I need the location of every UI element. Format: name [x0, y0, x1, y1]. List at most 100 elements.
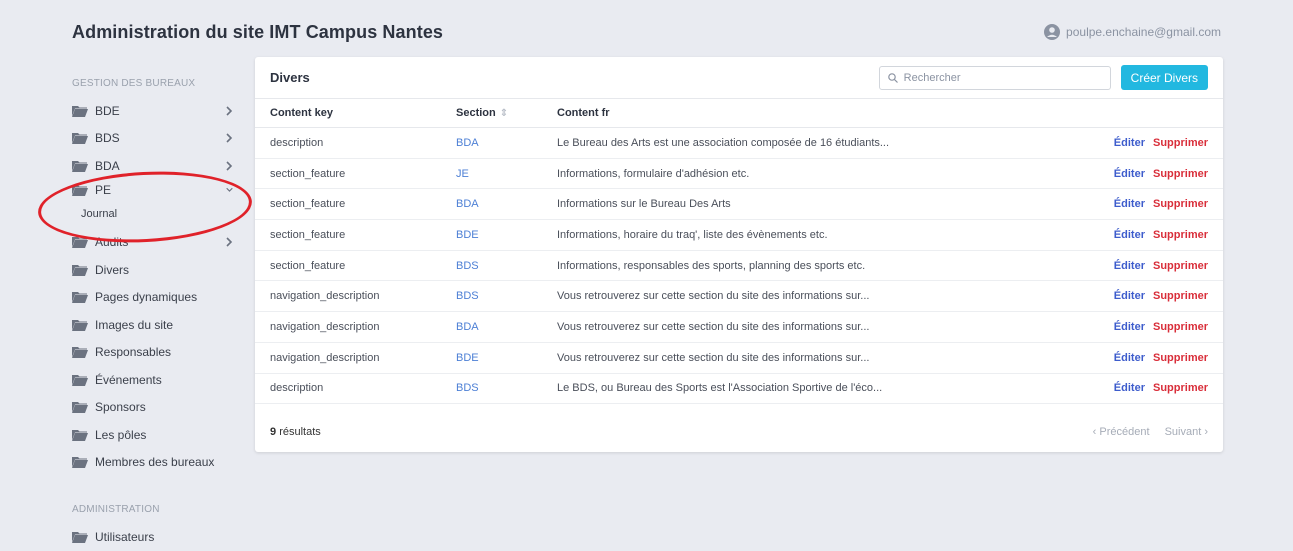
- cell-section[interactable]: BDS: [441, 250, 542, 282]
- cell-section[interactable]: BDS: [441, 280, 542, 313]
- edit-link[interactable]: Éditer: [1114, 168, 1145, 180]
- folder-icon: [72, 531, 88, 543]
- edit-link[interactable]: Éditer: [1114, 321, 1145, 333]
- cell-section[interactable]: BDA: [441, 311, 542, 343]
- delete-link[interactable]: Supprimer: [1153, 321, 1208, 333]
- sidebar-item-pages-dynamiques[interactable]: Pages dynamiques: [72, 284, 247, 312]
- divers-table: Content key Section ⇕ Content fr descript…: [255, 99, 1223, 405]
- folder-icon: [72, 264, 88, 276]
- folder-icon: [72, 374, 88, 386]
- folder-icon: [72, 292, 88, 304]
- delete-link[interactable]: Supprimer: [1153, 137, 1208, 149]
- cell-section[interactable]: JE: [441, 158, 542, 190]
- sidebar-item-bds[interactable]: BDS: [72, 125, 247, 153]
- user-avatar-icon: [1044, 24, 1061, 40]
- next-page-link[interactable]: Suivant ›: [1165, 426, 1208, 438]
- sidebar-item-label: Audits: [95, 235, 129, 250]
- cell-content-fr: Vous retrouverez sur cette section du si…: [542, 280, 1050, 313]
- row-actions: Éditer Supprimer: [1049, 280, 1223, 313]
- search-icon: [887, 72, 898, 83]
- chevron-right-icon: [226, 237, 233, 247]
- sidebar-item-images-du-site[interactable]: Images du site: [72, 311, 247, 339]
- sidebar-item-label: Images du site: [95, 317, 174, 332]
- folder-icon: [72, 133, 88, 145]
- site-title: Administration du site IMT Campus Nantes: [72, 22, 444, 42]
- user-menu[interactable]: poulpe.enchaine@gmail.com: [1044, 24, 1221, 40]
- folder-icon: [72, 184, 88, 196]
- cell-content-fr: Informations, formulaire d'adhésion etc.: [542, 158, 1050, 190]
- sidebar-item-les-poles[interactable]: Les pôles: [72, 421, 247, 449]
- edit-link[interactable]: Éditer: [1114, 382, 1145, 394]
- sidebar-section-bureaux: GESTION DES BUREAUX: [72, 78, 196, 89]
- sidebar-item-membres-des-bureaux[interactable]: Membres des bureaux: [72, 449, 247, 477]
- row-actions: Éditer Supprimer: [1049, 127, 1223, 159]
- card-header: Divers Rechercher Créer Divers: [255, 57, 1223, 99]
- delete-link[interactable]: Supprimer: [1153, 168, 1208, 180]
- cell-section[interactable]: BDE: [441, 342, 542, 374]
- sidebar-item-divers[interactable]: Divers: [72, 256, 247, 284]
- delete-link[interactable]: Supprimer: [1153, 260, 1208, 272]
- cell-section[interactable]: BDA: [441, 188, 542, 221]
- delete-link[interactable]: Supprimer: [1153, 229, 1208, 241]
- sidebar-item-label: Divers: [95, 262, 130, 277]
- row-actions: Éditer Supprimer: [1049, 311, 1223, 343]
- results-number: 9: [270, 425, 277, 438]
- edit-link[interactable]: Éditer: [1114, 137, 1145, 149]
- sidebar-item-audits[interactable]: Audits: [72, 229, 247, 257]
- sidebar-item-label: PE: [95, 182, 112, 197]
- edit-link[interactable]: Éditer: [1114, 352, 1145, 364]
- sidebar-section-admin: ADMINISTRATION: [72, 504, 160, 515]
- folder-icon: [72, 319, 88, 331]
- edit-link[interactable]: Éditer: [1114, 198, 1145, 210]
- sidebar-item-pe[interactable]: PE: [72, 180, 247, 200]
- delete-link[interactable]: Supprimer: [1153, 382, 1208, 394]
- edit-link[interactable]: Éditer: [1114, 290, 1145, 302]
- sidebar-item-evenements[interactable]: Événements: [72, 366, 247, 394]
- row-actions: Éditer Supprimer: [1049, 219, 1223, 251]
- search-input[interactable]: Rechercher: [878, 65, 1111, 90]
- sidebar-item-responsables[interactable]: Responsables: [72, 339, 247, 367]
- chevron-right-icon: [226, 133, 233, 143]
- table-header-row: Content key Section ⇕ Content fr: [255, 99, 1223, 128]
- edit-link[interactable]: Éditer: [1114, 260, 1145, 272]
- delete-link[interactable]: Supprimer: [1153, 290, 1208, 302]
- sidebar-item-bde[interactable]: BDE: [72, 97, 247, 125]
- cell-content-key: section_feature: [255, 158, 441, 190]
- sidebar-item-bda[interactable]: BDA: [72, 152, 247, 180]
- sidebar-item-utilisateurs[interactable]: Utilisateurs: [72, 523, 247, 551]
- sidebar-item-label: Responsables: [95, 345, 172, 360]
- table-row: description BDS Le BDS, ou Bureau des Spor…: [255, 373, 1223, 405]
- cell-content-fr: Informations, horaire du traq', liste de…: [542, 219, 1050, 251]
- cell-content-key: description: [255, 373, 441, 405]
- table-row: navigation_description BDS Vous retrouvere…: [255, 280, 1223, 313]
- column-header-content-fr[interactable]: Content fr: [542, 99, 1050, 128]
- table-row: navigation_description BDE Vous retrouvere…: [255, 342, 1223, 374]
- table-row: section_feature JE Informations, formulair…: [255, 158, 1223, 190]
- row-actions: Éditer Supprimer: [1049, 373, 1223, 405]
- chevron-right-icon: [226, 161, 233, 171]
- chevron-right-icon: [226, 106, 233, 116]
- sidebar-item-label: BDS: [95, 131, 120, 146]
- folder-icon: [72, 347, 88, 359]
- sort-icon[interactable]: ⇕: [500, 108, 508, 119]
- row-actions: Éditer Supprimer: [1049, 158, 1223, 190]
- cell-content-fr: Le Bureau des Arts est une association c…: [542, 127, 1050, 159]
- cell-section[interactable]: BDE: [441, 219, 542, 251]
- user-email: poulpe.enchaine@gmail.com: [1066, 25, 1221, 39]
- create-divers-button[interactable]: Créer Divers: [1120, 65, 1208, 90]
- prev-page-link[interactable]: ‹ Précédent: [1093, 426, 1150, 438]
- sidebar-item-sponsors[interactable]: Sponsors: [72, 394, 247, 422]
- cell-section[interactable]: BDS: [441, 373, 542, 405]
- sidebar-item-label: Sponsors: [95, 400, 146, 415]
- column-header-content-key[interactable]: Content key: [255, 99, 441, 128]
- edit-link[interactable]: Éditer: [1114, 229, 1145, 241]
- delete-link[interactable]: Supprimer: [1153, 352, 1208, 364]
- table-row: description BDA Le Bureau des Arts est une…: [255, 127, 1223, 159]
- column-header-section[interactable]: Section ⇕: [441, 99, 542, 128]
- delete-link[interactable]: Supprimer: [1153, 198, 1208, 210]
- results-count: 9 résultats: [270, 426, 1081, 438]
- cell-section[interactable]: BDA: [441, 127, 542, 159]
- sidebar-item-label: Événements: [95, 372, 162, 387]
- folder-icon: [72, 457, 88, 469]
- sidebar-subitem-journal[interactable]: Journal: [72, 200, 247, 229]
